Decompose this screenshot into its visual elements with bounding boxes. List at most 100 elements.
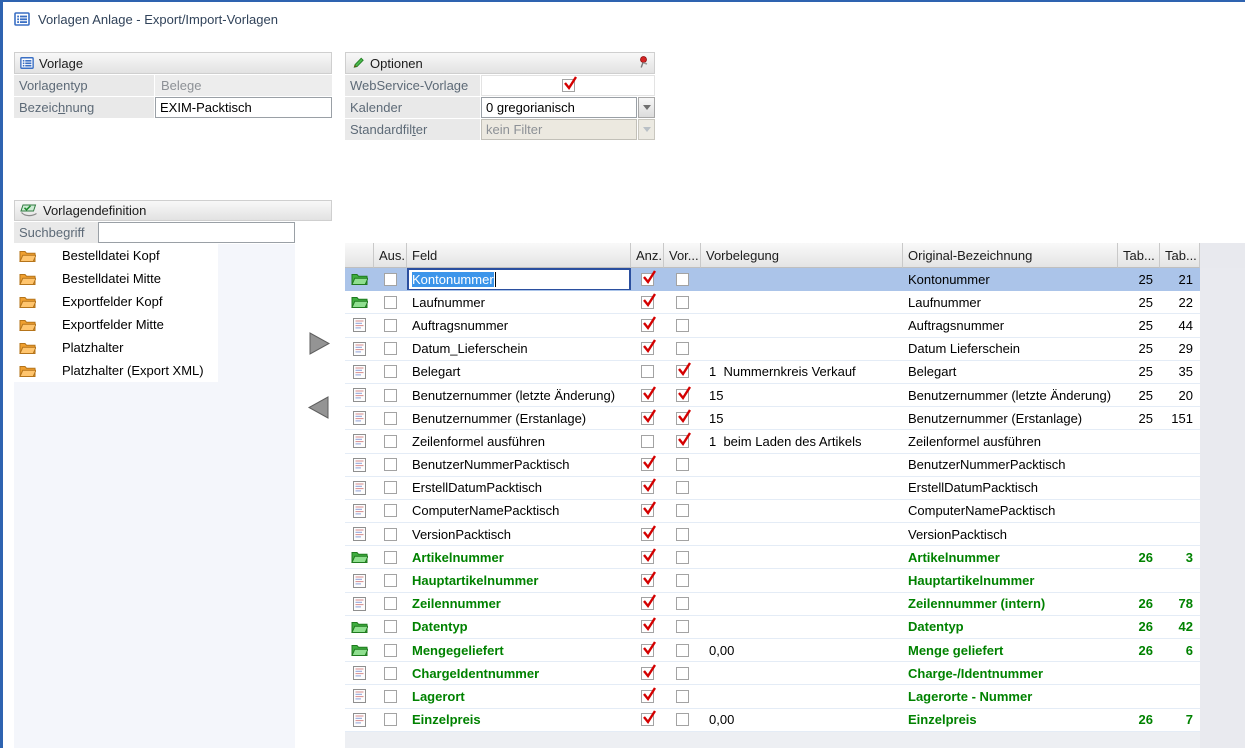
table-row[interactable]: Benutzernummer (letzte Änderung)15Benutz… — [345, 384, 1245, 407]
table-row[interactable]: DatentypDatentyp2642 — [345, 616, 1245, 639]
aus-checkbox[interactable] — [384, 273, 397, 286]
feld-cell[interactable]: ErstellDatumPacktisch — [407, 477, 631, 499]
vor-checkbox[interactable] — [676, 481, 689, 494]
vor-checkbox[interactable] — [676, 644, 689, 657]
vor-checkbox[interactable] — [676, 365, 689, 378]
table-row[interactable]: Mengegeliefert0,00Menge geliefert266 — [345, 639, 1245, 662]
table-row[interactable]: Datum_LieferscheinDatum Lieferschein2529 — [345, 338, 1245, 361]
aus-checkbox[interactable] — [384, 389, 397, 402]
anz-checkbox[interactable] — [641, 551, 654, 564]
table-row[interactable]: BenutzerNummerPacktischBenutzerNummerPac… — [345, 454, 1245, 477]
aus-checkbox[interactable] — [384, 458, 397, 471]
vor-checkbox[interactable] — [676, 319, 689, 332]
vor-checkbox[interactable] — [676, 296, 689, 309]
vor-checkbox[interactable] — [676, 528, 689, 541]
table-row[interactable]: LagerortLagerorte - Nummer — [345, 685, 1245, 708]
vor-checkbox[interactable] — [676, 435, 689, 448]
search-input[interactable] — [98, 222, 295, 243]
transfer-right-button[interactable] — [308, 332, 332, 356]
column-header-tab[interactable]: Tab... — [1160, 243, 1200, 268]
anz-checkbox[interactable] — [641, 435, 654, 448]
feld-cell[interactable]: Benutzernummer (Erstanlage) — [407, 407, 631, 429]
anz-checkbox[interactable] — [641, 389, 654, 402]
column-header-vorbelegung[interactable]: Vorbelegung — [701, 243, 903, 268]
tree-item[interactable]: Bestelldatei Kopf — [14, 244, 218, 267]
feld-cell[interactable]: Zeilennummer — [407, 593, 631, 615]
feld-cell[interactable]: Zeilenformel ausführen — [407, 430, 631, 452]
feld-cell[interactable]: Datum_Lieferschein — [407, 338, 631, 360]
aus-checkbox[interactable] — [384, 412, 397, 425]
aus-checkbox[interactable] — [384, 713, 397, 726]
tree-item[interactable]: Exportfelder Mitte — [14, 313, 218, 336]
vor-checkbox[interactable] — [676, 342, 689, 355]
anz-checkbox[interactable] — [641, 504, 654, 517]
aus-checkbox[interactable] — [384, 435, 397, 448]
vor-checkbox[interactable] — [676, 597, 689, 610]
vor-checkbox[interactable] — [676, 273, 689, 286]
feld-cell[interactable]: VersionPacktisch — [407, 523, 631, 545]
vor-checkbox[interactable] — [676, 389, 689, 402]
column-header-aus[interactable]: Aus... — [374, 243, 407, 268]
tree-item[interactable]: Platzhalter — [14, 336, 218, 359]
feld-cell[interactable]: Benutzernummer (letzte Änderung) — [407, 384, 631, 406]
aus-checkbox[interactable] — [384, 597, 397, 610]
vor-checkbox[interactable] — [676, 412, 689, 425]
anz-checkbox[interactable] — [641, 481, 654, 494]
feld-cell[interactable]: Lagerort — [407, 685, 631, 707]
aus-checkbox[interactable] — [384, 481, 397, 494]
anz-checkbox[interactable] — [641, 342, 654, 355]
vor-checkbox[interactable] — [676, 713, 689, 726]
table-row[interactable]: ArtikelnummerArtikelnummer263 — [345, 546, 1245, 569]
kalender-dropdown-button[interactable] — [638, 97, 655, 118]
pushpin-icon[interactable] — [637, 56, 649, 70]
tree-item[interactable]: Bestelldatei Mitte — [14, 267, 218, 290]
feld-cell[interactable]: ChargeIdentnummer — [407, 662, 631, 684]
aus-checkbox[interactable] — [384, 690, 397, 703]
table-row[interactable]: Benutzernummer (Erstanlage)15Benutzernum… — [345, 407, 1245, 430]
anz-checkbox[interactable] — [641, 620, 654, 633]
table-row[interactable]: AuftragsnummerAuftragsnummer2544 — [345, 314, 1245, 337]
table-row[interactable]: HauptartikelnummerHauptartikelnummer — [345, 569, 1245, 592]
feld-cell[interactable]: Datentyp — [407, 616, 631, 638]
vor-checkbox[interactable] — [676, 551, 689, 564]
feld-cell[interactable]: ComputerNamePacktisch — [407, 500, 631, 522]
kalender-select[interactable] — [481, 97, 637, 118]
aus-checkbox[interactable] — [384, 342, 397, 355]
aus-checkbox[interactable] — [384, 574, 397, 587]
feld-cell[interactable]: Mengegeliefert — [407, 639, 631, 661]
table-row[interactable]: VersionPacktischVersionPacktisch — [345, 523, 1245, 546]
feld-cell[interactable]: BenutzerNummerPacktisch — [407, 454, 631, 476]
anz-checkbox[interactable] — [641, 458, 654, 471]
aus-checkbox[interactable] — [384, 667, 397, 680]
column-header-icon[interactable] — [345, 243, 374, 268]
anz-checkbox[interactable] — [641, 644, 654, 657]
transfer-left-button[interactable] — [306, 396, 330, 420]
anz-checkbox[interactable] — [641, 574, 654, 587]
feld-cell[interactable]: Belegart — [407, 361, 631, 383]
feld-cell[interactable]: Kontonummer — [407, 268, 631, 290]
feld-cell[interactable]: Hauptartikelnummer — [407, 569, 631, 591]
feld-edit-input[interactable]: Kontonummer — [407, 268, 631, 290]
vor-checkbox[interactable] — [676, 690, 689, 703]
table-row[interactable]: Einzelpreis0,00Einzelpreis267 — [345, 709, 1245, 732]
anz-checkbox[interactable] — [641, 667, 654, 680]
table-row[interactable]: Belegart1 Nummernkreis VerkaufBelegart25… — [345, 361, 1245, 384]
vor-checkbox[interactable] — [676, 667, 689, 680]
feld-cell[interactable]: Auftragsnummer — [407, 314, 631, 336]
column-header-originalbezeichnung[interactable]: Original-Bezeichnung — [903, 243, 1118, 268]
feld-cell[interactable]: Laufnummer — [407, 291, 631, 313]
vor-checkbox[interactable] — [676, 574, 689, 587]
aus-checkbox[interactable] — [384, 365, 397, 378]
table-row[interactable]: LaufnummerLaufnummer2522 — [345, 291, 1245, 314]
table-row[interactable]: ComputerNamePacktischComputerNamePacktis… — [345, 500, 1245, 523]
anz-checkbox[interactable] — [641, 690, 654, 703]
tree-item[interactable]: Platzhalter (Export XML) — [14, 359, 218, 382]
anz-checkbox[interactable] — [641, 365, 654, 378]
table-row[interactable]: ErstellDatumPacktischErstellDatumPacktis… — [345, 477, 1245, 500]
aus-checkbox[interactable] — [384, 319, 397, 332]
feld-cell[interactable]: Einzelpreis — [407, 709, 631, 731]
aus-checkbox[interactable] — [384, 528, 397, 541]
feld-cell[interactable]: Artikelnummer — [407, 546, 631, 568]
table-row[interactable]: KontonummerKontonummer2521 — [345, 268, 1245, 291]
table-row[interactable]: ChargeIdentnummerCharge-/Identnummer — [345, 662, 1245, 685]
